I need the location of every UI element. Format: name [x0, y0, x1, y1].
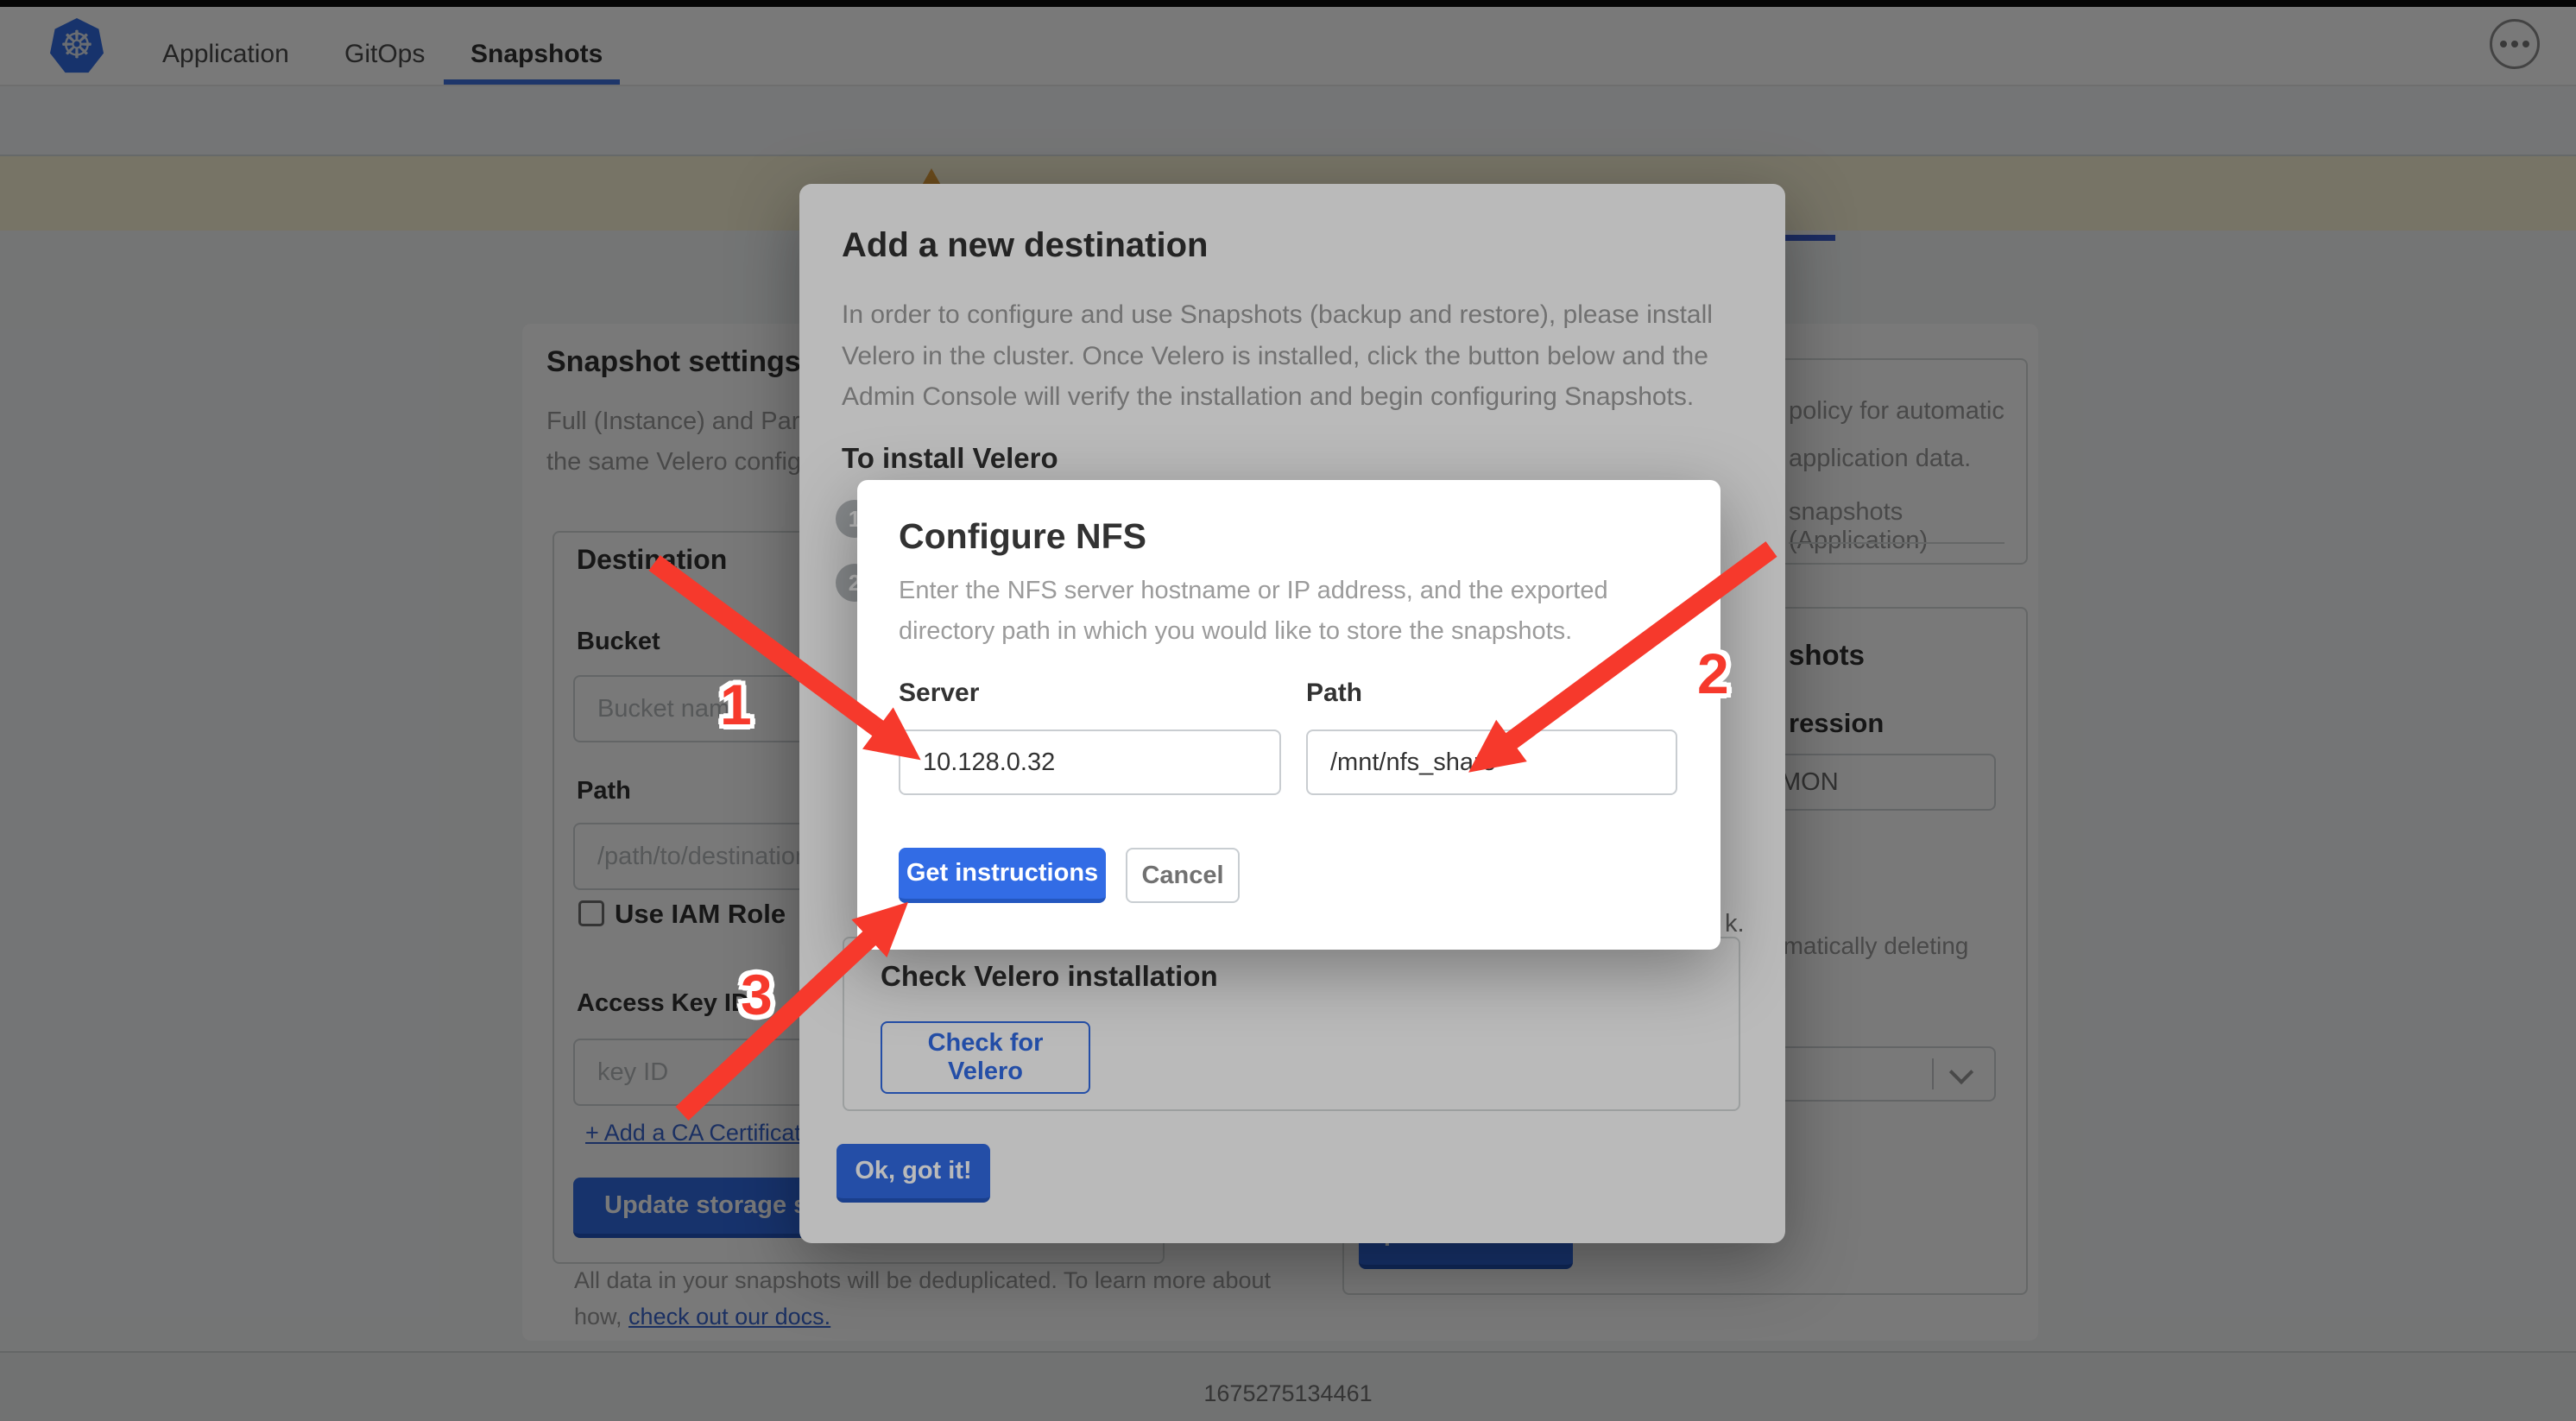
cancel-button[interactable]: Cancel: [1126, 848, 1240, 903]
cancel-label: Cancel: [1141, 862, 1223, 890]
nfs-body-line2: directory path in which you would like t…: [899, 617, 1572, 646]
nfs-server-input[interactable]: [899, 729, 1281, 795]
annotation-badge-2: 2: [1697, 641, 1729, 706]
admin-console-screen: ☸ Application GitOps Snapshots Full Snap…: [0, 0, 2576, 1421]
annotation-badge-3: 3: [741, 962, 773, 1027]
get-instructions-label: Get instructions: [906, 859, 1098, 887]
nfs-body-line1: Enter the NFS server hostname or IP addr…: [899, 577, 1608, 605]
configure-nfs-modal: Configure NFS Enter the NFS server hostn…: [857, 480, 1720, 950]
annotation-badge-1: 1: [720, 672, 752, 737]
configure-nfs-title: Configure NFS: [899, 516, 1146, 557]
nfs-server-label: Server: [899, 679, 979, 708]
get-instructions-button[interactable]: Get instructions: [899, 848, 1106, 903]
nfs-path-label: Path: [1306, 679, 1362, 708]
